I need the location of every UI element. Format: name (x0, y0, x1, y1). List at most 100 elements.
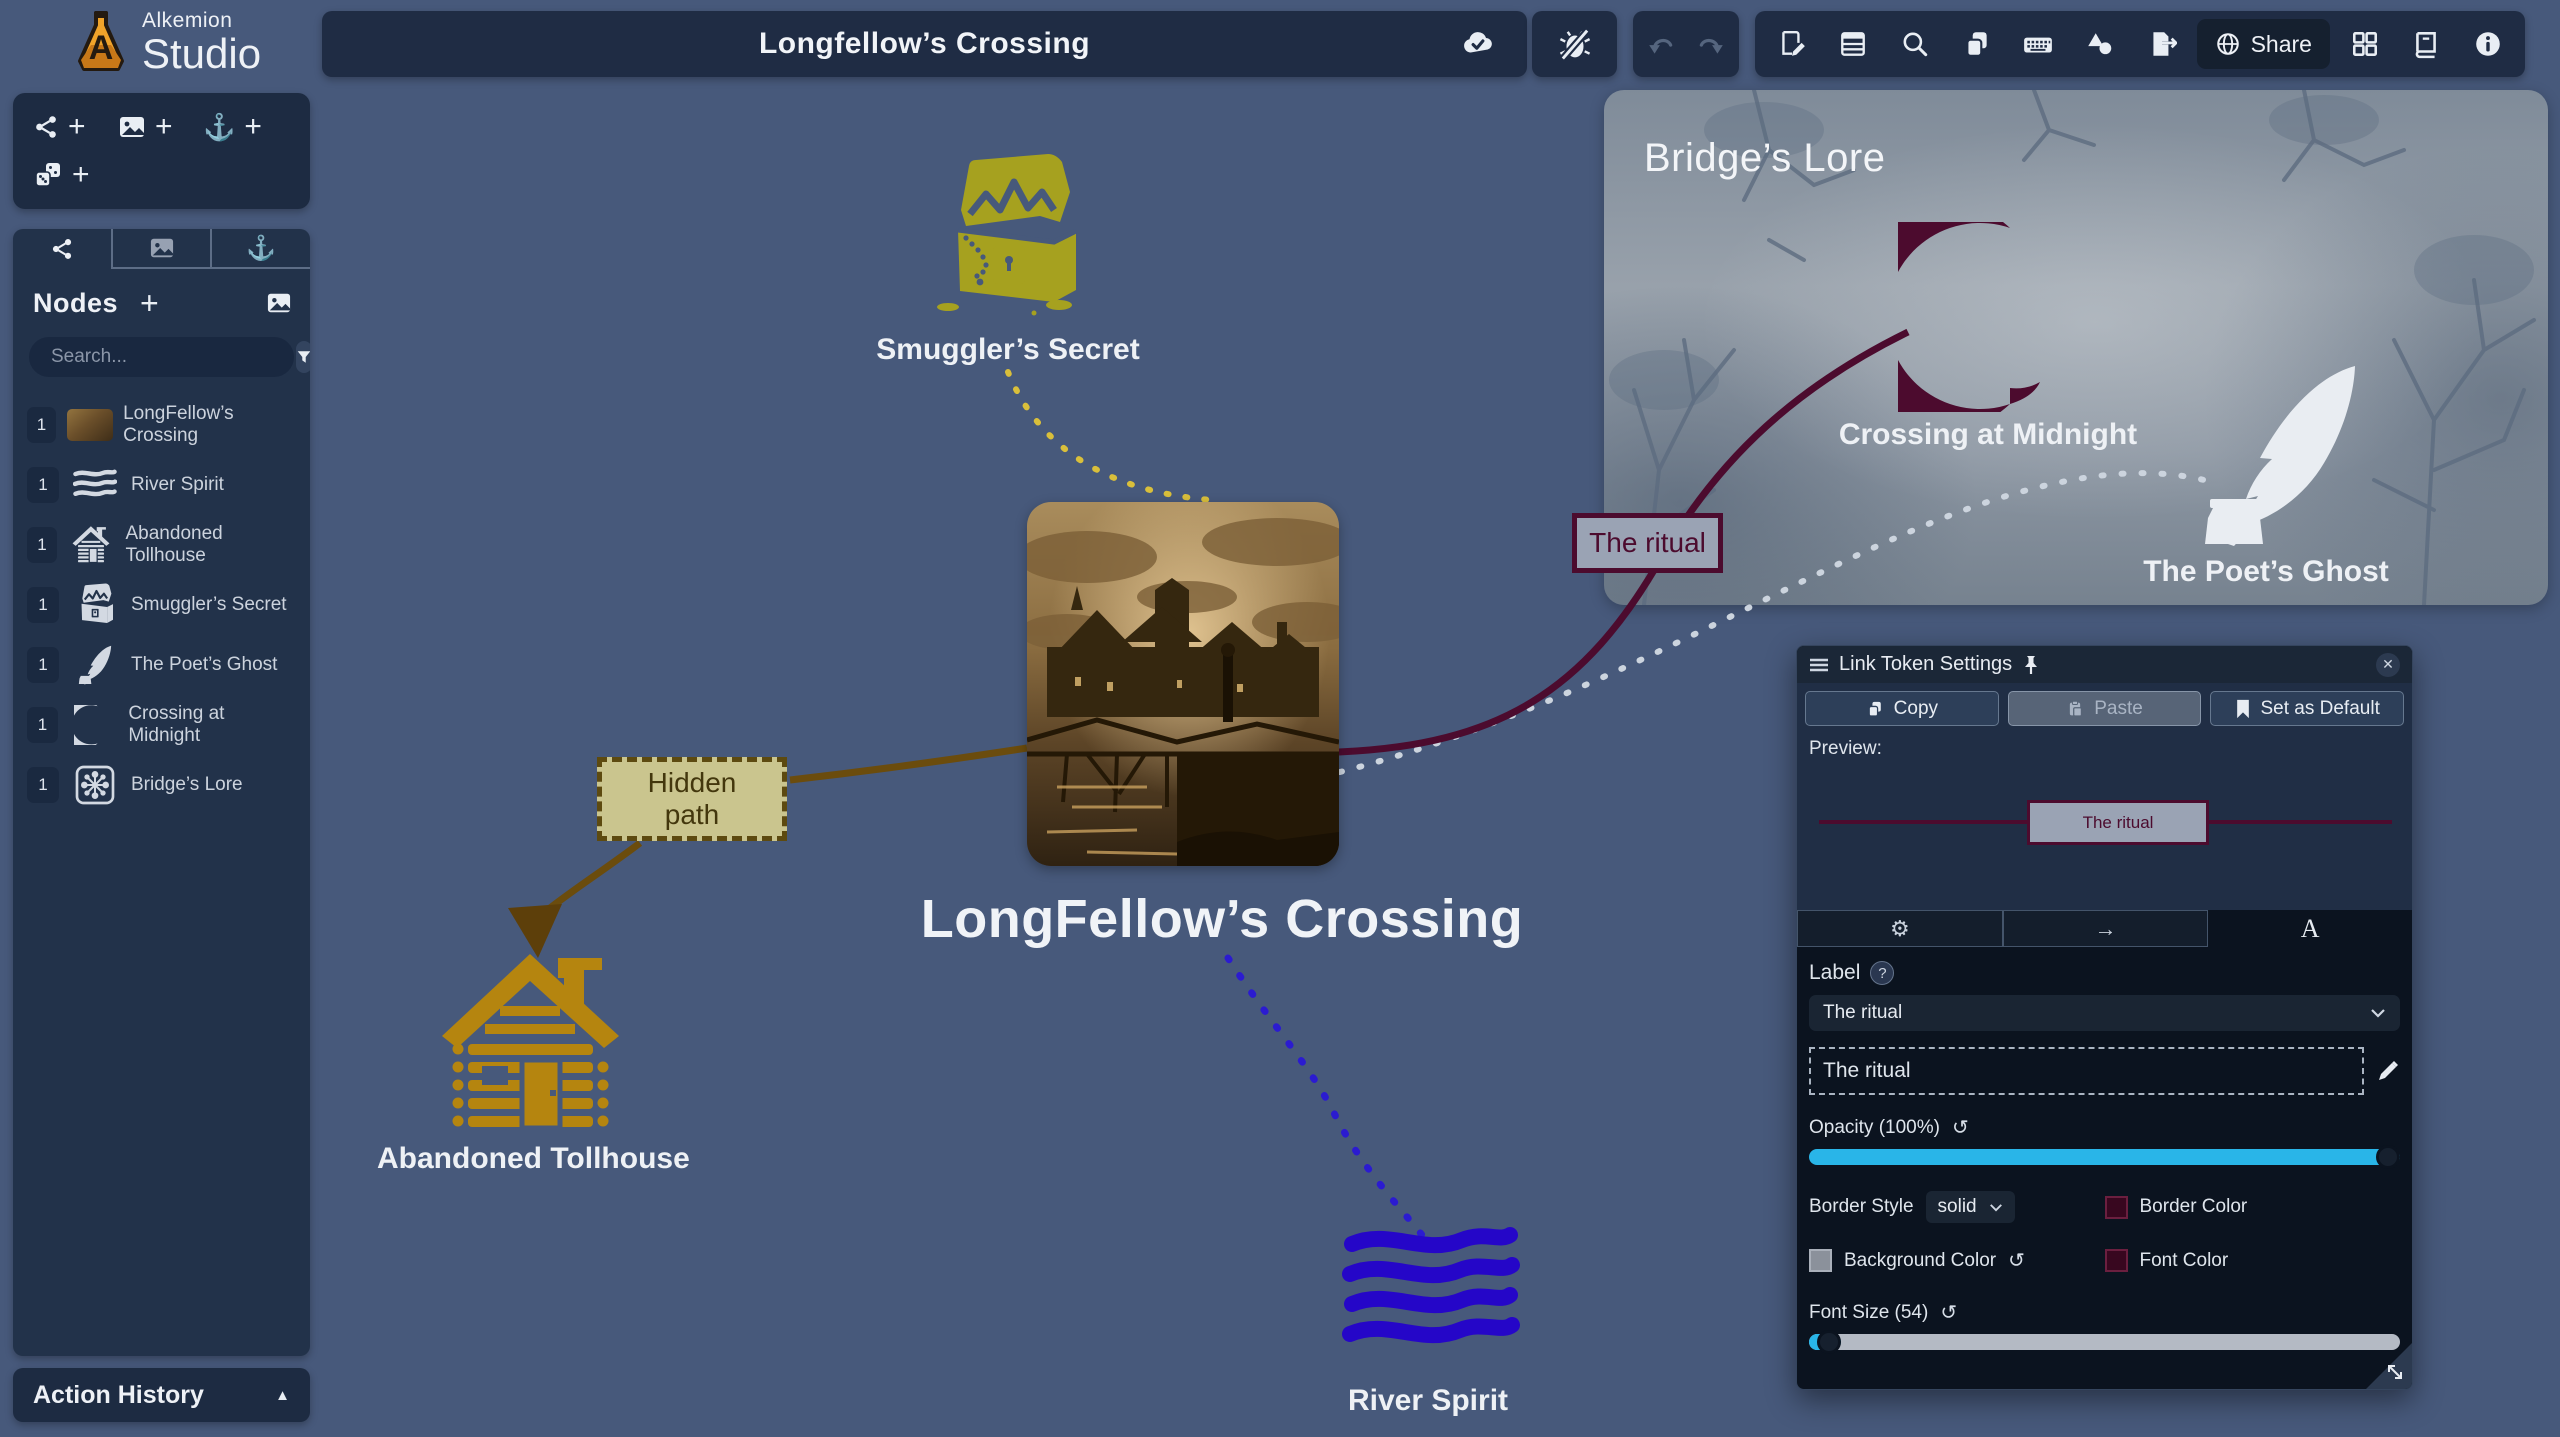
list-item-crossing-at-midnight[interactable]: 1 Crossing at Midnight (13, 695, 310, 755)
node-label-river-spirit[interactable]: River Spirit (1278, 1384, 1578, 1418)
add-dice-button[interactable]: + (33, 153, 153, 197)
main-toolbar-group: Share (1755, 11, 2525, 77)
add-node-button[interactable]: + (140, 287, 159, 319)
panel-resize-handle[interactable] (2366, 1343, 2412, 1389)
search-input[interactable] (51, 346, 296, 368)
paste-style-button[interactable]: Paste (2008, 691, 2202, 726)
edge-label-the-ritual[interactable]: The ritual (1572, 513, 1723, 573)
document-titlebar[interactable]: Longfellow’s Crossing (322, 11, 1527, 77)
node-label-smugglers-secret[interactable]: Smuggler’s Secret (858, 333, 1158, 367)
pin-icon[interactable] (2022, 655, 2040, 675)
list-item-longfellows-crossing[interactable]: 1 LongFellow’s Crossing (13, 395, 310, 455)
set-default-button[interactable]: Set as Default (2210, 691, 2404, 726)
panel-header[interactable]: Link Token Settings ✕ (1797, 646, 2412, 683)
image-icon (149, 236, 175, 260)
list-item-label: Smuggler’s Secret (131, 594, 287, 616)
crescent-moon-icon[interactable] (1898, 222, 2078, 412)
tab-typography-label: A (2301, 914, 2320, 944)
export-button[interactable] (2131, 11, 2193, 77)
tab-arrow[interactable]: → (2003, 910, 2209, 947)
gear-icon: ⚙ (1890, 916, 1910, 942)
edge-river-spirit-dotted[interactable] (1228, 958, 1422, 1235)
font-size-slider-knob[interactable] (1817, 1330, 1841, 1354)
docs-button[interactable] (2396, 11, 2458, 77)
help-icon[interactable]: ? (1870, 961, 1894, 985)
reset-font-size-icon[interactable]: ↺ (1940, 1303, 1957, 1323)
svg-text:A: A (89, 29, 114, 67)
add-image-node-button[interactable]: + (118, 105, 203, 149)
add-link-button[interactable]: + (33, 105, 118, 149)
action-history-toggle[interactable]: Action History ▲ (13, 1368, 310, 1422)
edge-smugglers-dotted[interactable] (1008, 372, 1212, 500)
treasure-chest-icon[interactable] (936, 152, 1081, 317)
list-item-river-spirit[interactable]: 1 River Spirit (13, 455, 310, 515)
edge-hidden-path-a[interactable] (790, 748, 1027, 780)
label-field-title: Label (1809, 961, 1860, 985)
tab-anchors[interactable]: ⚓ (210, 229, 310, 269)
notes-button[interactable] (1761, 11, 1823, 77)
tab-links[interactable] (13, 229, 111, 269)
edit-pencil-icon[interactable] (2376, 1059, 2400, 1083)
shortcuts-button[interactable] (2008, 11, 2070, 77)
list-item-bridges-lore[interactable]: 1 Bridge’s Lore (13, 755, 310, 815)
node-image-view-button[interactable] (266, 291, 292, 315)
tab-images[interactable] (111, 229, 211, 269)
border-color-swatch[interactable] (2105, 1196, 2128, 1219)
toggle-physics-button[interactable] (1532, 11, 1617, 77)
document-title: Longfellow’s Crossing (759, 27, 1090, 61)
app-canvas[interactable]: Bridge’s Lore S (0, 0, 2560, 1437)
font-size-slider[interactable] (1809, 1334, 2400, 1350)
undo-button[interactable] (1639, 11, 1683, 77)
list-item-poets-ghost[interactable]: 1 The Poet’s Ghost (13, 635, 310, 695)
layout-grid-button[interactable] (2334, 11, 2396, 77)
app-logo[interactable]: A Alkemion Studio (70, 6, 320, 78)
count-badge: 1 (27, 707, 58, 743)
waves-icon[interactable] (1342, 1226, 1520, 1351)
file-pen-icon (1777, 29, 1807, 59)
sepia-painting-art (1027, 502, 1339, 866)
background-color-swatch[interactable] (1809, 1249, 1832, 1272)
log-cabin-icon[interactable] (438, 948, 623, 1140)
reset-opacity-icon[interactable]: ↺ (1952, 1118, 1969, 1138)
share-button[interactable]: Share (2197, 19, 2330, 69)
node-label-poets-ghost[interactable]: The Poet’s Ghost (2116, 555, 2416, 589)
label-text-input[interactable] (1809, 1047, 2364, 1095)
info-button[interactable] (2457, 11, 2519, 77)
list-item-label: The Poet’s Ghost (131, 654, 277, 676)
border-style-select[interactable]: solid (1926, 1191, 2015, 1223)
search-icon (1900, 29, 1930, 59)
table-button[interactable] (1823, 11, 1885, 77)
list-item-abandoned-tollhouse[interactable]: 1 Abandoned Tollhouse (13, 515, 310, 575)
label-select[interactable]: The ritual (1809, 995, 2400, 1031)
count-badge: 1 (27, 467, 59, 503)
node-label-abandoned-tollhouse[interactable]: Abandoned Tollhouse (377, 1142, 677, 1176)
node-label-crossing-midnight[interactable]: Crossing at Midnight (1828, 418, 2148, 452)
search-button[interactable] (1884, 11, 1946, 77)
font-color-swatch[interactable] (2105, 1249, 2128, 1272)
reset-background-icon[interactable]: ↺ (2008, 1251, 2025, 1271)
close-icon[interactable]: ✕ (2376, 653, 2400, 677)
treasure-chest-icon (69, 583, 121, 627)
tab-typography[interactable]: A (2208, 910, 2412, 947)
node-longfellows-crossing-image[interactable] (1027, 502, 1339, 866)
copy-icon (1962, 29, 1992, 59)
redo-button[interactable] (1689, 11, 1733, 77)
network-graph-icon (69, 765, 121, 805)
filter-button[interactable] (296, 341, 310, 373)
shapes-button[interactable] (2069, 11, 2131, 77)
copy-style-button[interactable]: Copy (1805, 691, 1999, 726)
action-history-label: Action History (33, 1381, 204, 1410)
opacity-slider[interactable] (1809, 1149, 2400, 1165)
list-item-label: Bridge’s Lore (131, 774, 243, 796)
add-anchor-button[interactable]: ⚓ + (203, 105, 288, 149)
tab-general-gear[interactable]: ⚙ (1797, 910, 2003, 947)
edge-label-hidden-path[interactable]: Hidden path (597, 757, 787, 841)
list-item-smugglers-secret[interactable]: 1 Smuggler’s Secret (13, 575, 310, 635)
info-icon (2473, 29, 2503, 59)
nodes-header-row: Nodes + (13, 269, 310, 327)
opacity-slider-knob[interactable] (2376, 1145, 2400, 1169)
node-label-longfellows-crossing[interactable]: LongFellow’s Crossing (822, 888, 1622, 950)
duplicate-button[interactable] (1946, 11, 2008, 77)
plus-icon: + (72, 160, 90, 190)
quill-inkwell-icon[interactable] (2200, 358, 2360, 553)
